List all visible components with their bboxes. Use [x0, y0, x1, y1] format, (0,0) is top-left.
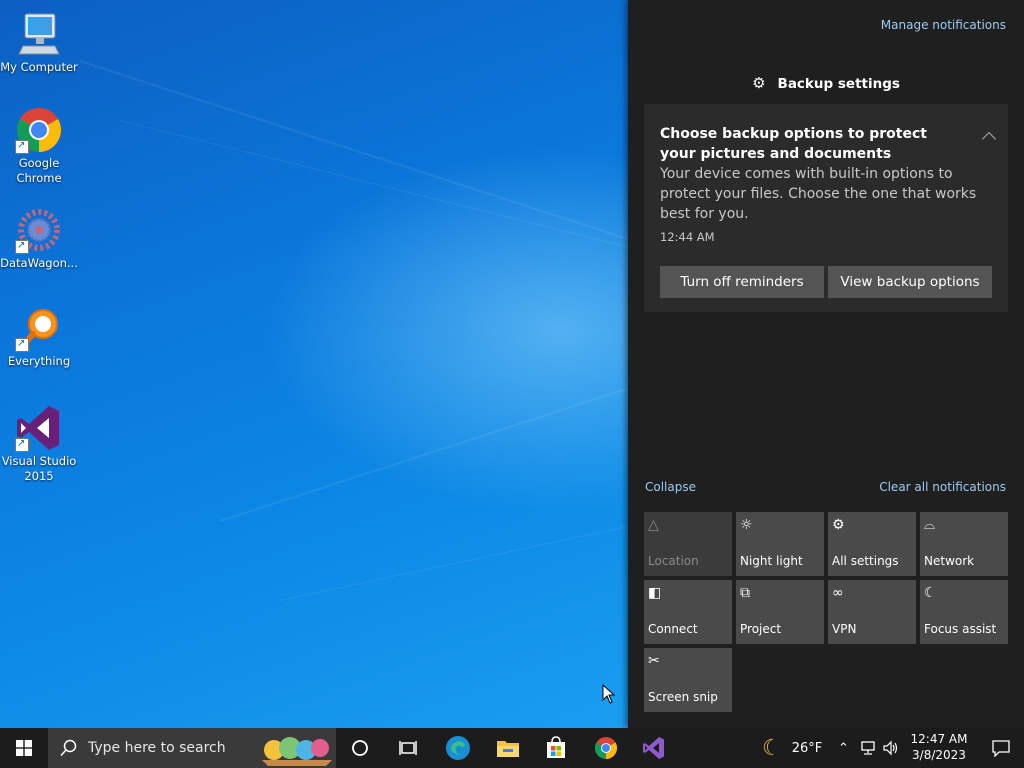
action-center-panel: Manage notifications ⚙ Backup settings Ch…: [628, 0, 1024, 728]
taskbar: Type here to search ☾ 26°F ⌃ 12:47 AM 3/…: [0, 728, 1024, 768]
manage-notifications-link[interactable]: Manage notifications: [881, 18, 1006, 32]
gear-icon: ⚙: [832, 517, 845, 533]
quick-action-label: Screen snip: [648, 690, 718, 704]
notification-title: Choose backup options to protect your pi…: [660, 126, 927, 162]
task-view-icon: [399, 741, 417, 755]
visual-studio-icon: [15, 404, 63, 452]
chevron-up-icon[interactable]: ⌃: [838, 741, 849, 756]
quick-action-label: Network: [924, 554, 975, 568]
view-backup-options-button[interactable]: View backup options: [828, 266, 992, 298]
shortcut-arrow-icon: [15, 238, 29, 254]
quick-action-network[interactable]: ⌓ Network: [920, 512, 1008, 576]
quick-action-label: Focus assist: [924, 622, 997, 636]
brightness-icon: ☼: [740, 517, 753, 533]
notification-timestamp: 12:44 AM: [660, 230, 715, 244]
system-tray: ⌃: [838, 728, 899, 768]
desktop-icon-datawagon[interactable]: DataWagon...: [0, 206, 78, 271]
shortcut-arrow-icon: [15, 138, 29, 154]
start-button[interactable]: [0, 728, 48, 768]
search-placeholder: Type here to search: [88, 740, 226, 756]
clear-all-notifications-link[interactable]: Clear all notifications: [879, 480, 1006, 494]
desktop-icon-visual-studio[interactable]: Visual Studio 2015: [0, 404, 78, 484]
desktop-icon-google-chrome[interactable]: Google Chrome: [0, 106, 78, 186]
desktop-icon-label: Everything: [7, 354, 71, 368]
quick-action-label: Location: [648, 554, 699, 568]
volume-icon[interactable]: [883, 740, 899, 756]
quick-action-label: VPN: [832, 622, 857, 636]
notification-icon: [992, 740, 1010, 757]
quick-action-focus-assist[interactable]: ☾ Focus assist: [920, 580, 1008, 644]
desktop-icon-my-computer[interactable]: My Computer: [0, 10, 78, 75]
weather-widget[interactable]: ☾ 26°F: [762, 728, 822, 768]
edge-icon: [446, 736, 470, 760]
notification-card[interactable]: Choose backup options to protect your pi…: [644, 104, 1008, 312]
weather-temperature: 26°F: [791, 740, 823, 756]
desktop-icon-label: DataWagon...: [0, 256, 78, 270]
desktop-icon-everything[interactable]: Everything: [0, 304, 78, 369]
screen-snip-icon: ✂: [648, 653, 660, 669]
quick-action-screen-snip[interactable]: ✂ Screen snip: [644, 648, 732, 712]
notification-group-title: Backup settings: [777, 76, 900, 92]
microsoft-store-icon: [547, 736, 565, 758]
taskbar-search-box[interactable]: Type here to search: [48, 728, 336, 768]
vpn-icon: ∞: [832, 585, 844, 601]
shortcut-arrow-icon: [15, 436, 29, 452]
moon-icon: ☾: [762, 735, 782, 761]
quick-action-label: Night light: [740, 554, 803, 568]
mouse-cursor-icon: [602, 684, 616, 704]
moon-icon: ☾: [924, 585, 937, 601]
taskbar-app-microsoft-store[interactable]: [532, 728, 580, 768]
network-wired-icon[interactable]: [859, 740, 877, 756]
quick-action-connect[interactable]: ◧ Connect: [644, 580, 732, 644]
network-icon: ⌓: [924, 517, 936, 533]
search-icon: [60, 739, 77, 757]
connect-icon: ◧: [648, 585, 662, 601]
shortcut-arrow-icon: [15, 336, 29, 352]
search-highlight-icon: [262, 737, 332, 766]
file-explorer-icon: [497, 741, 519, 757]
notification-body: Your device comes with built-in options …: [660, 166, 977, 222]
datawagon-icon: [15, 206, 63, 254]
taskbar-app-chrome[interactable]: [582, 728, 630, 768]
desktop-wallpaper: My Computer Google Chrome DataWagon...: [0, 0, 628, 728]
chrome-icon: [595, 737, 617, 759]
computer-icon: [15, 10, 63, 58]
quick-action-vpn[interactable]: ∞ VPN: [828, 580, 916, 644]
taskbar-app-file-explorer[interactable]: [484, 728, 532, 768]
chrome-icon: [15, 106, 63, 154]
quick-action-label: All settings: [832, 554, 899, 568]
clock-date: 3/8/2023: [912, 748, 966, 762]
quick-action-label: Project: [740, 622, 782, 636]
location-icon: △: [648, 517, 659, 533]
project-icon: ⧉: [740, 585, 750, 601]
collapse-link[interactable]: Collapse: [645, 480, 696, 494]
clock-time: 12:47 AM: [910, 732, 968, 746]
quick-action-project[interactable]: ⧉ Project: [736, 580, 824, 644]
taskbar-app-edge[interactable]: [434, 728, 482, 768]
cortana-button[interactable]: [336, 728, 384, 768]
quick-action-night-light[interactable]: ☼ Night light: [736, 512, 824, 576]
notification-group-header[interactable]: ⚙ Backup settings: [628, 74, 1024, 92]
desktop-icon-label: My Computer: [0, 60, 78, 74]
turn-off-reminders-button[interactable]: Turn off reminders: [660, 266, 824, 298]
chevron-up-icon[interactable]: [981, 131, 997, 147]
task-view-button[interactable]: [384, 728, 432, 768]
windows-logo-icon: [16, 740, 32, 756]
quick-action-all-settings[interactable]: ⚙ All settings: [828, 512, 916, 576]
taskbar-app-visual-studio[interactable]: [630, 728, 678, 768]
cortana-icon: [352, 740, 368, 756]
everything-search-icon: [15, 304, 63, 352]
action-center-button[interactable]: [978, 728, 1024, 768]
quick-action-label: Connect: [648, 622, 698, 636]
desktop-icon-label: Visual Studio 2015: [1, 454, 77, 483]
desktop-icon-label: Google Chrome: [16, 156, 62, 185]
gear-icon: ⚙: [752, 74, 766, 92]
quick-action-location[interactable]: △ Location: [644, 512, 732, 576]
visual-studio-icon: [643, 737, 664, 759]
taskbar-clock[interactable]: 12:47 AM 3/8/2023: [900, 731, 978, 763]
